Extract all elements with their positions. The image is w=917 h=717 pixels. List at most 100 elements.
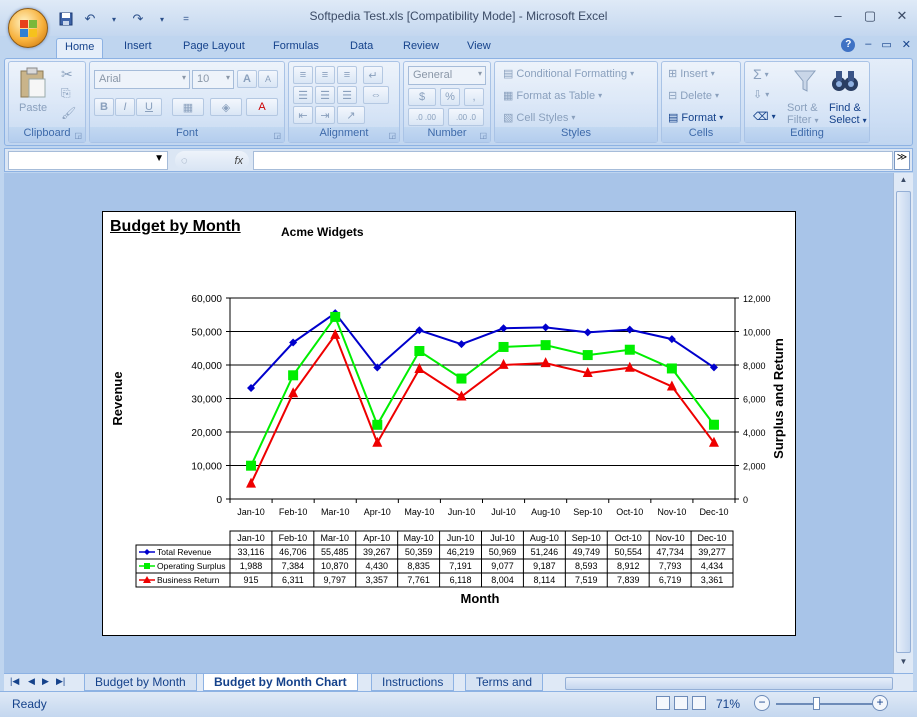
help-icon[interactable]: ? (841, 38, 856, 52)
wrap-text-icon[interactable]: ↵ (363, 66, 383, 84)
insert-cells-button[interactable]: ⊞ Insert ▾ (668, 67, 715, 81)
formula-input[interactable] (253, 151, 893, 170)
sort-filter-icon[interactable] (787, 66, 823, 96)
data-table-series-label: Business Return (157, 575, 220, 585)
next-sheet-icon[interactable]: ▶ (42, 676, 49, 687)
scroll-down-icon[interactable]: ▼ (896, 657, 911, 671)
clipboard-group: Paste ✂ ⎘ 🖌 Clipboard ◲ (8, 61, 86, 143)
last-sheet-icon[interactable]: ▶| (56, 676, 65, 687)
align-left-icon[interactable]: ☰ (293, 86, 313, 104)
workbook-minimize-button[interactable]: – (865, 38, 871, 52)
expand-formula-bar-icon[interactable]: ≫ (894, 151, 910, 170)
comma-button[interactable]: , (464, 88, 484, 106)
vertical-scrollbar[interactable]: ▲ ▼ (893, 173, 913, 673)
horizontal-scroll-thumb[interactable] (565, 677, 893, 690)
tab-formulas[interactable]: Formulas (265, 38, 327, 58)
number-launcher-icon[interactable]: ◲ (479, 131, 487, 140)
zoom-level[interactable]: 71% (716, 697, 740, 711)
borders-icon[interactable]: ▦ (172, 98, 204, 116)
bold-button[interactable]: B (94, 98, 114, 116)
select-label[interactable]: Select ▾ (829, 114, 867, 126)
sort-filter-label[interactable]: Sort & (787, 102, 818, 114)
align-top-icon[interactable]: ≡ (293, 66, 313, 84)
number-format-box[interactable]: General ▾ (408, 66, 486, 85)
clear-icon[interactable]: ⌫ ▾ (753, 110, 776, 123)
first-sheet-icon[interactable]: |◀ (10, 676, 19, 687)
tab-insert[interactable]: Insert (116, 38, 160, 58)
page-layout-view-icon[interactable] (674, 696, 688, 710)
tab-home[interactable]: Home (56, 38, 104, 58)
tab-review[interactable]: Review (395, 38, 447, 58)
find-label[interactable]: Find & (829, 102, 861, 114)
horizontal-scrollbar[interactable] (551, 677, 909, 690)
grow-font-button[interactable]: A (237, 70, 257, 88)
chart-area[interactable]: Budget by Month Acme Widgets 0 0 10,000 2,0… (102, 211, 796, 636)
insert-function-button[interactable]: fx (234, 155, 243, 167)
find-select-icon[interactable] (829, 66, 861, 96)
scroll-up-icon[interactable]: ▲ (896, 175, 911, 189)
align-right-icon[interactable]: ☰ (337, 86, 357, 104)
name-box-dropdown-icon[interactable]: ▼ (154, 153, 164, 164)
autosum-button[interactable]: Σ ▾ (753, 66, 769, 82)
formula-bar-handle-icon[interactable]: ◌ (181, 155, 188, 167)
zoom-out-button[interactable]: − (754, 695, 770, 711)
chart-plot: 0 0 10,000 2,000 20,000 4,000 30,000 6,000 40,00… (110, 294, 786, 606)
copy-icon[interactable]: ⎘ (61, 86, 71, 101)
minimize-button[interactable]: – (827, 8, 849, 26)
close-button[interactable]: ✕ (891, 8, 913, 26)
fill-color-icon[interactable]: ◈ (210, 98, 242, 116)
sheet-tab-budget-by-month-chart[interactable]: Budget by Month Chart (203, 674, 358, 691)
paste-button[interactable]: Paste (19, 102, 47, 114)
cell-styles-button[interactable]: ▧ Cell Styles ▾ (503, 111, 575, 125)
orientation-icon[interactable]: ↗ (337, 106, 365, 124)
increase-indent-icon[interactable]: ⇥ (315, 106, 335, 124)
clipboard-launcher-icon[interactable]: ◲ (74, 131, 82, 140)
increase-decimal-button[interactable]: .0 .00 (408, 108, 444, 126)
paste-icon[interactable] (19, 66, 51, 100)
font-launcher-icon[interactable]: ◲ (273, 131, 281, 140)
conditional-formatting-button[interactable]: ▤ Conditional Formatting ▾ (503, 67, 634, 81)
underline-button[interactable]: U (136, 98, 162, 116)
zoom-slider[interactable] (776, 703, 876, 705)
normal-view-icon[interactable] (656, 696, 670, 710)
font-name-box[interactable]: Arial ▾ (94, 70, 190, 89)
align-middle-icon[interactable]: ≡ (315, 66, 335, 84)
format-as-table-button[interactable]: ▦ Format as Table ▾ (503, 89, 602, 103)
office-button[interactable] (8, 8, 48, 48)
sheet-tab-terms[interactable]: Terms and (465, 674, 544, 691)
zoom-slider-knob[interactable] (813, 697, 820, 710)
sheet-tab-instructions[interactable]: Instructions (371, 674, 455, 691)
alignment-launcher-icon[interactable]: ◲ (388, 131, 396, 140)
italic-button[interactable]: I (115, 98, 135, 116)
workbook-restore-button[interactable]: ▭ (881, 38, 891, 52)
name-box[interactable]: ▼ (8, 151, 168, 170)
workbook-close-button[interactable]: ✕ (902, 38, 911, 52)
prev-sheet-icon[interactable]: ◀ (28, 676, 35, 687)
tab-data[interactable]: Data (342, 38, 381, 58)
percent-button[interactable]: % (440, 88, 460, 106)
page-break-view-icon[interactable] (692, 696, 706, 710)
vertical-scroll-thumb[interactable] (896, 191, 911, 653)
zoom-in-button[interactable]: + (872, 695, 888, 711)
sheet-tab-budget-by-month[interactable]: Budget by Month (84, 674, 197, 691)
shrink-font-button[interactable]: A (258, 70, 278, 88)
format-cells-button[interactable]: ▤ Format ▾ (668, 111, 723, 125)
status-ready: Ready (12, 697, 47, 711)
decrease-indent-icon[interactable]: ⇤ (293, 106, 313, 124)
filter-label[interactable]: Filter ▾ (787, 114, 818, 126)
maximize-button[interactable]: ▢ (859, 8, 881, 26)
format-painter-icon[interactable]: 🖌 (61, 106, 76, 120)
align-bottom-icon[interactable]: ≡ (337, 66, 357, 84)
fill-icon[interactable]: ⇩ ▾ (753, 88, 769, 101)
font-size-box[interactable]: 10 ▾ (192, 70, 234, 89)
tab-page-layout[interactable]: Page Layout (175, 38, 253, 58)
decrease-decimal-button[interactable]: .00 .0 (448, 108, 484, 126)
font-color-icon[interactable]: A (246, 98, 278, 116)
delete-cells-button[interactable]: ⊟ Delete ▾ (668, 89, 719, 103)
align-center-icon[interactable]: ☰ (315, 86, 335, 104)
x-tick-label: Nov-10 (657, 507, 686, 517)
merge-center-icon[interactable]: ⇔ (363, 86, 389, 104)
currency-button[interactable]: $ (408, 88, 436, 106)
tab-view[interactable]: View (459, 38, 499, 58)
cut-icon[interactable]: ✂ (61, 66, 73, 83)
